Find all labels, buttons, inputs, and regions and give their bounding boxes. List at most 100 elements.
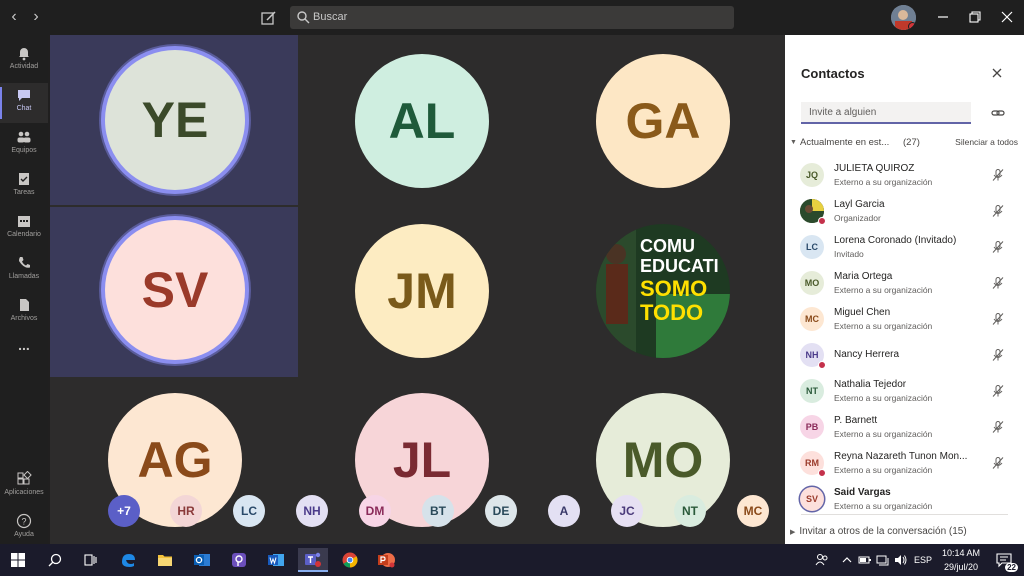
rail-item-calls[interactable]: Llamadas	[0, 251, 48, 291]
participant-row[interactable]: Layl Garcia Organizador	[785, 193, 1024, 229]
volume-icon[interactable]	[892, 548, 910, 572]
participant-tile[interactable]: AL	[300, 35, 540, 205]
participant-tile[interactable]: JM	[300, 207, 540, 377]
participant-row[interactable]: RM Reyna Nazareth Tunon Mon... Externo a…	[785, 445, 1024, 481]
participant-row[interactable]: NT Nathalia Tejedor Externo a su organiz…	[785, 373, 1024, 409]
strip-avatar[interactable]: DM	[359, 495, 391, 527]
mic-off-icon[interactable]	[991, 240, 1005, 254]
mute-all-button[interactable]: Silenciar a todos	[955, 137, 1018, 147]
rail-item-activity[interactable]: Actividad	[0, 41, 48, 81]
mic-off-icon[interactable]	[991, 348, 1005, 362]
video-stage: YE AL GA SV JM COMU EDUCATI SOMO TODO AG…	[50, 35, 785, 544]
show-hidden-icons-icon[interactable]	[838, 548, 856, 572]
rail-item-help[interactable]: ? Ayuda	[0, 509, 48, 549]
participant-row[interactable]: PB P. Barnett Externo a su organización	[785, 409, 1024, 445]
strip-avatar[interactable]: NH	[296, 495, 328, 527]
close-window-icon[interactable]	[998, 8, 1016, 26]
mic-off-icon[interactable]	[991, 168, 1005, 182]
participant-tile[interactable]: SV	[50, 207, 298, 377]
more-participants-button[interactable]: +7	[108, 495, 140, 527]
windows-start-icon[interactable]	[6, 548, 30, 572]
rail-item-tasks[interactable]: Tareas	[0, 167, 48, 207]
mic-off-icon[interactable]	[991, 204, 1005, 218]
participant-row[interactable]: LC Lorena Coronado (Invitado) Invitado	[785, 229, 1024, 265]
strip-avatar[interactable]: LC	[233, 495, 265, 527]
presence-busy-icon	[908, 22, 916, 30]
outlook-icon[interactable]	[190, 548, 214, 572]
title-bar: ‹ › Buscar	[0, 0, 1024, 35]
participant-name: Miguel Chen	[834, 307, 891, 318]
rail-label-calendar: Calendario	[7, 231, 41, 238]
more-dots-icon: ...	[18, 337, 30, 353]
clock-date[interactable]: 29/jul/20	[936, 562, 986, 572]
participant-row[interactable]: NH Nancy Herrera	[785, 337, 1024, 373]
restore-icon[interactable]	[966, 8, 984, 26]
strip-avatar[interactable]: BT	[422, 495, 454, 527]
divider	[801, 514, 1008, 515]
invite-others-section[interactable]: ▶ Invitar a otros de la conversación (15)	[790, 526, 967, 537]
mic-off-icon[interactable]	[991, 312, 1005, 326]
participant-row-avatar: JQ	[800, 163, 824, 187]
app-icon[interactable]	[227, 548, 251, 572]
rail-label-chat: Chat	[16, 105, 32, 112]
participant-row-initials: RM	[805, 458, 819, 468]
participant-row[interactable]: SV Said Vargas Externo a su organización	[785, 481, 1024, 517]
language-indicator[interactable]: ESP	[912, 555, 934, 565]
clock-time[interactable]: 10:14 AM	[936, 548, 986, 558]
photo-text-line: COMU	[640, 236, 695, 256]
battery-icon[interactable]	[856, 548, 874, 572]
panel-title: Contactos	[801, 66, 865, 81]
rail-item-files[interactable]: Archivos	[0, 293, 48, 333]
windows-logo-icon	[11, 553, 25, 567]
mic-off-icon[interactable]	[991, 420, 1005, 434]
invite-placeholder: Invite a alguien	[809, 107, 877, 118]
mic-off-icon[interactable]	[991, 384, 1005, 398]
notifications-button[interactable]: 22	[992, 548, 1018, 572]
people-icon[interactable]	[810, 548, 834, 572]
chrome-icon[interactable]	[338, 548, 362, 572]
user-avatar[interactable]	[891, 5, 916, 30]
minimize-icon[interactable]	[934, 8, 952, 26]
strip-avatar[interactable]: NT	[674, 495, 706, 527]
file-explorer-icon[interactable]	[153, 548, 177, 572]
taskbar-search-icon[interactable]	[43, 548, 67, 572]
participant-name: Lorena Coronado (Invitado)	[834, 235, 957, 246]
powerpoint-icon[interactable]	[374, 548, 398, 572]
strip-avatar[interactable]: JC	[611, 495, 643, 527]
close-panel-icon[interactable]	[990, 66, 1004, 80]
search-input[interactable]: Buscar	[290, 6, 734, 29]
rail-item-apps[interactable]: Aplicaciones	[0, 467, 48, 507]
edge-browser-icon[interactable]	[116, 548, 140, 572]
participant-row[interactable]: MC Miguel Chen Externo a su organización	[785, 301, 1024, 337]
mic-off-icon[interactable]	[991, 276, 1005, 290]
participant-row-avatar: MO	[800, 271, 824, 295]
rail-item-chat[interactable]: Chat	[0, 83, 48, 123]
forward-arrow-icon[interactable]: ›	[28, 9, 44, 25]
strip-avatar[interactable]: A	[548, 495, 580, 527]
teams-taskbar-icon[interactable]	[298, 548, 328, 572]
task-view-glyph-icon	[84, 554, 97, 566]
mic-off-icon[interactable]	[991, 456, 1005, 470]
photo-text-line: SOMO	[640, 276, 707, 301]
more-apps-button[interactable]: ...	[0, 337, 48, 377]
participant-row[interactable]: MO Maria Ortega Externo a su organizació…	[785, 265, 1024, 301]
task-view-icon[interactable]	[78, 548, 102, 572]
rail-item-teams[interactable]: Equipos	[0, 125, 48, 165]
new-chat-icon[interactable]	[260, 9, 278, 27]
strip-avatar[interactable]: HR	[170, 495, 202, 527]
strip-avatar[interactable]: DE	[485, 495, 517, 527]
calendar-icon	[18, 216, 30, 227]
share-link-icon[interactable]	[990, 105, 1006, 121]
participant-tile[interactable]: YE	[50, 35, 298, 205]
participant-row[interactable]: JQ JULIETA QUIROZ Externo a su organizac…	[785, 157, 1024, 193]
network-icon[interactable]	[874, 548, 892, 572]
participant-name: Nathalia Tejedor	[834, 379, 907, 390]
back-arrow-icon[interactable]: ‹	[6, 9, 22, 25]
strip-avatar[interactable]: MC	[737, 495, 769, 527]
participant-tile[interactable]: COMU EDUCATI SOMO TODO	[542, 207, 785, 377]
word-icon[interactable]	[264, 548, 288, 572]
participant-tile[interactable]: GA	[542, 35, 785, 205]
rail-item-calendar[interactable]: Calendario	[0, 209, 48, 249]
in-meeting-section-header[interactable]: ▼ Actualmente en est... (27) Silenciar a…	[790, 137, 1018, 151]
invite-input[interactable]: Invite a alguien	[801, 102, 971, 124]
